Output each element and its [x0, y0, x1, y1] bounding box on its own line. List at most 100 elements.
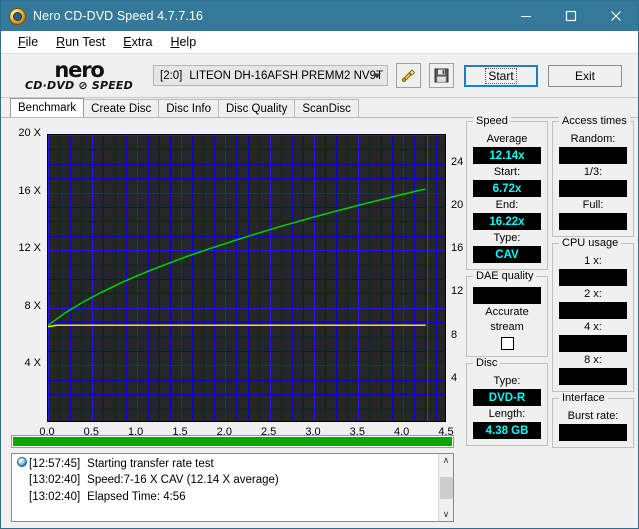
speed-panel: Speed Average 12.14x Start: 6.72x End: 1…: [466, 115, 548, 270]
drive-id: [2:0]: [160, 69, 183, 82]
y-axis-tick-left: 4 X: [24, 357, 41, 370]
access-full-label: Full:: [582, 199, 604, 211]
cpu-4x-value: [559, 335, 627, 352]
cpu-8x-label: 8 x:: [584, 354, 602, 366]
access-third-label: 1/3:: [583, 166, 603, 178]
burst-rate-value: [559, 424, 627, 441]
benchmark-chart: 4 X 8 X 12 X 16 X 20 X 4 8 12 16 20 24 0.0 0.5 1.0 1.5…: [1, 121, 464, 438]
speed-start-label: Start:: [493, 166, 521, 178]
log-timestamp: [13:02:40]: [29, 474, 81, 486]
drive-name: LITEON DH-16AFSH PREMM2 NV9T: [189, 69, 384, 82]
access-random-value: [559, 147, 627, 164]
tab-scandisc[interactable]: ScanDisc: [294, 99, 359, 117]
access-random-label: Random:: [570, 133, 616, 145]
speed-type-value: CAV: [473, 246, 541, 263]
app-window: Nero CD-DVD Speed 4.7.7.16 File Run Test E…: [0, 0, 639, 529]
accurate-stream-label-2: stream: [490, 321, 524, 333]
scroll-up-icon[interactable]: ∧: [443, 455, 450, 466]
title-bar: Nero CD-DVD Speed 4.7.7.16: [1, 1, 638, 31]
y-axis-tick-right: 16: [451, 242, 464, 255]
disc-type-label: Type:: [493, 375, 521, 387]
benchmark-pane: 4 X 8 X 12 X 16 X 20 X 4 8 12 16 20 24 0.0 0.5 1.0 1.5…: [1, 118, 464, 528]
nero-disc-icon: [9, 7, 26, 25]
dae-quality-value: [473, 287, 541, 304]
disc-length-value: 4.38 GB: [473, 422, 541, 439]
log-panel: [12:57:45] Starting transfer rate test [13…: [11, 453, 454, 522]
speed-average-label: Average: [486, 133, 528, 145]
chevron-down-icon: [373, 73, 381, 78]
burst-rate-label: Burst rate:: [567, 410, 619, 422]
tab-benchmark-label: Benchmark: [18, 102, 77, 114]
dae-quality-panel: DAE quality Accurate stream: [466, 270, 548, 357]
disc-eject-icon[interactable]: [396, 63, 421, 88]
save-icon[interactable]: [429, 63, 454, 88]
log-timestamp: [12:57:45]: [29, 458, 81, 470]
speed-panel-legend: Speed: [473, 115, 511, 127]
x-axis-tick: 2.5: [261, 426, 277, 438]
nero-wordmark: nero: [54, 58, 104, 82]
interface-legend: Interface: [559, 392, 608, 404]
y-axis-tick-left: 16 X: [18, 184, 41, 197]
y-axis-tick-left: 12 X: [18, 242, 41, 255]
tab-disc-quality[interactable]: Disc Quality: [218, 99, 296, 117]
disc-type-value: DVD-R: [473, 389, 541, 406]
exit-button[interactable]: Exit: [548, 64, 622, 87]
window-title: Nero CD-DVD Speed 4.7.7.16: [33, 9, 204, 23]
menu-file[interactable]: File: [9, 33, 47, 51]
speed-type-label: Type:: [493, 232, 521, 244]
chart-position-marker: [427, 135, 428, 421]
accurate-stream-label-1: Accurate: [485, 306, 529, 318]
y-axis-tick-right: 4: [451, 371, 458, 384]
x-axis-tick: 1.5: [172, 426, 188, 438]
x-axis-tick: 2.0: [216, 426, 232, 438]
maximize-icon[interactable]: [548, 1, 593, 31]
x-axis-tick: 3.5: [349, 426, 365, 438]
dae-quality-legend: DAE quality: [473, 270, 537, 282]
scroll-down-icon[interactable]: ∨: [443, 509, 450, 520]
info-column-right: Access times Random: 1/3: Full: CPU usag…: [552, 115, 634, 524]
menu-extra[interactable]: Extra: [114, 33, 161, 51]
tab-create-disc-label: Create Disc: [91, 103, 152, 115]
tab-create-disc[interactable]: Create Disc: [83, 99, 160, 117]
chart-plot-area: [47, 134, 446, 422]
log-scrollbar[interactable]: ∧ ∨: [438, 454, 453, 521]
y-axis-tick-right: 8: [451, 328, 458, 341]
speed-end-value: 16.22x: [473, 213, 541, 230]
tab-benchmark[interactable]: Benchmark: [10, 98, 85, 117]
tab-disc-quality-label: Disc Quality: [226, 103, 288, 115]
x-axis-tick: 0.0: [39, 426, 55, 438]
progress-bar-fill: [13, 437, 452, 446]
x-axis-tick: 4.5: [438, 426, 454, 438]
x-axis-tick: 1.0: [128, 426, 144, 438]
speed-average-value: 12.14x: [473, 147, 541, 164]
toolbar: nero CD·DVD ⊘ SPEED [2:0] LITEON DH-16AF…: [1, 54, 638, 98]
log-row: [12:57:45] Starting transfer rate test: [15, 457, 438, 474]
access-times-legend: Access times: [559, 115, 630, 127]
x-axis-tick: 3.0: [305, 426, 321, 438]
menu-help[interactable]: Help: [161, 33, 205, 51]
tab-disc-info[interactable]: Disc Info: [158, 99, 219, 117]
tab-disc-info-label: Disc Info: [166, 103, 211, 115]
scrollbar-thumb[interactable]: [439, 476, 453, 499]
exit-button-label: Exit: [574, 68, 595, 83]
close-icon[interactable]: [593, 1, 638, 31]
log-message: Starting transfer rate test: [87, 458, 214, 470]
access-times-panel: Access times Random: 1/3: Full:: [552, 115, 634, 237]
minimize-icon[interactable]: [503, 1, 548, 31]
cpu-1x-value: [559, 269, 627, 286]
nero-logo: nero CD·DVD ⊘ SPEED: [19, 58, 139, 92]
cpu-usage-legend: CPU usage: [559, 237, 622, 249]
log-row: [13:02:40] Elapsed Time: 4:56: [15, 491, 438, 508]
menu-run-test[interactable]: Run Test: [47, 33, 114, 51]
menu-bar: File Run Test Extra Help: [1, 31, 638, 54]
cpu-1x-label: 1 x:: [584, 255, 602, 267]
accurate-stream-checkbox[interactable]: [500, 337, 514, 350]
drive-select[interactable]: [2:0] LITEON DH-16AFSH PREMM2 NV9T: [153, 65, 388, 86]
tab-scandisc-label: ScanDisc: [302, 103, 351, 115]
disc-length-label: Length:: [488, 408, 526, 420]
x-axis-tick: 4.0: [394, 426, 410, 438]
cpu-2x-value: [559, 302, 627, 319]
info-panels: Speed Average 12.14x Start: 6.72x End: 1…: [464, 115, 638, 528]
interface-panel: Interface Burst rate:: [552, 392, 634, 448]
start-button[interactable]: Start: [464, 64, 538, 87]
